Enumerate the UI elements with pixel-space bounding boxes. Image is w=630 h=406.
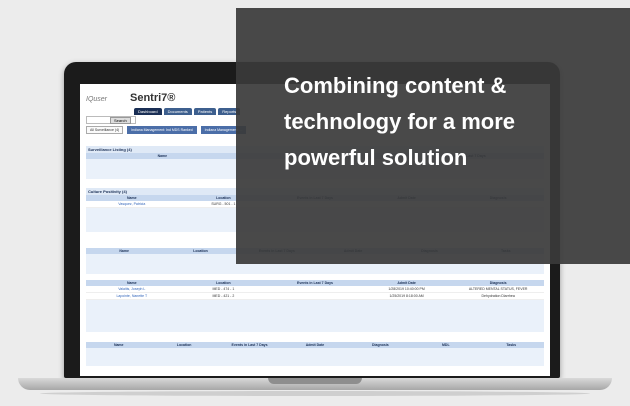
col-mdl: MDL bbox=[442, 343, 450, 347]
tab-documents[interactable]: Documents bbox=[163, 108, 192, 115]
notes-block bbox=[86, 348, 544, 366]
patient-location: MED - 421 - 2 bbox=[212, 294, 235, 298]
filter-management-1[interactable]: Indiana Management: Ind MDS Ranked bbox=[127, 126, 197, 134]
brand-logo: IQuser bbox=[86, 96, 108, 103]
tab-dashboard[interactable]: Dashboard bbox=[134, 108, 162, 115]
patient-location: MED - 474 - 1 bbox=[212, 287, 235, 291]
col-tasks: Tasks bbox=[506, 343, 517, 347]
patient-name[interactable]: Valaitis, Joseph L bbox=[86, 287, 178, 291]
laptop-notch bbox=[268, 378, 362, 384]
table-row[interactable]: Valaitis, Joseph L MED - 474 - 1 1/28/20… bbox=[86, 286, 544, 293]
col-location: Location bbox=[193, 249, 208, 253]
col-name: Name bbox=[119, 249, 129, 253]
filter-all-surveillance[interactable]: All Surveillance (4) bbox=[86, 126, 124, 134]
headline-overlay: Combining content & technology for a mor… bbox=[236, 8, 630, 264]
table-row[interactable]: Lapointe, Nanette T MED - 421 - 2 1/25/2… bbox=[86, 293, 544, 300]
patient-name[interactable]: Lapointe, Nanette T bbox=[86, 294, 178, 298]
tab-patients[interactable]: Patients bbox=[193, 108, 217, 115]
section-5: Name Location Events in Last 7 Days Admi… bbox=[86, 342, 544, 366]
col-name: Name bbox=[113, 343, 124, 347]
headline-line-3: powerful solution bbox=[284, 145, 468, 170]
patient-events bbox=[269, 294, 361, 298]
laptop-shadow bbox=[40, 391, 590, 396]
notes-block bbox=[86, 300, 544, 332]
search-button[interactable]: Search bbox=[110, 117, 131, 124]
col-events: Events in Last 7 Days bbox=[231, 343, 268, 347]
col-diagnosis: Diagnosis bbox=[372, 343, 389, 347]
patient-admit: 1/25/2019 8:18:00 AM bbox=[389, 294, 424, 298]
col-admit: Admit Date bbox=[397, 281, 416, 285]
app-title: Sentri7® bbox=[130, 92, 176, 104]
patient-diagnosis: Dehydration Diarrhea bbox=[481, 294, 515, 298]
patient-diagnosis: ALTERED MENTAL STATUS, FEVER bbox=[468, 287, 528, 291]
col-admit: Admit Date bbox=[305, 343, 325, 347]
headline-line-2: technology for a more bbox=[284, 109, 516, 134]
col-name: Name bbox=[157, 154, 168, 158]
col-location: Location bbox=[176, 343, 192, 347]
col-name: Name bbox=[127, 196, 137, 200]
patient-admit: 1/28/2019 10:40:00 PM bbox=[388, 287, 425, 291]
patient-events bbox=[269, 287, 361, 291]
headline: Combining content & technology for a mor… bbox=[284, 68, 604, 176]
filter-bar: All Surveillance (4) Indiana Management:… bbox=[86, 126, 247, 134]
col-location: Location bbox=[216, 281, 231, 285]
col-diagnosis: Diagnosis bbox=[489, 281, 507, 285]
section-4: Name Location Events in Last 7 Days Admi… bbox=[86, 280, 544, 332]
headline-line-1: Combining content & bbox=[284, 73, 507, 98]
patient-name[interactable]: Vasquez, Patricia bbox=[86, 202, 178, 206]
col-events: Events in Last 7 Days bbox=[296, 281, 333, 285]
main-tabs: Dashboard Documents Patients Reports bbox=[134, 108, 241, 115]
col-name: Name bbox=[127, 281, 137, 285]
